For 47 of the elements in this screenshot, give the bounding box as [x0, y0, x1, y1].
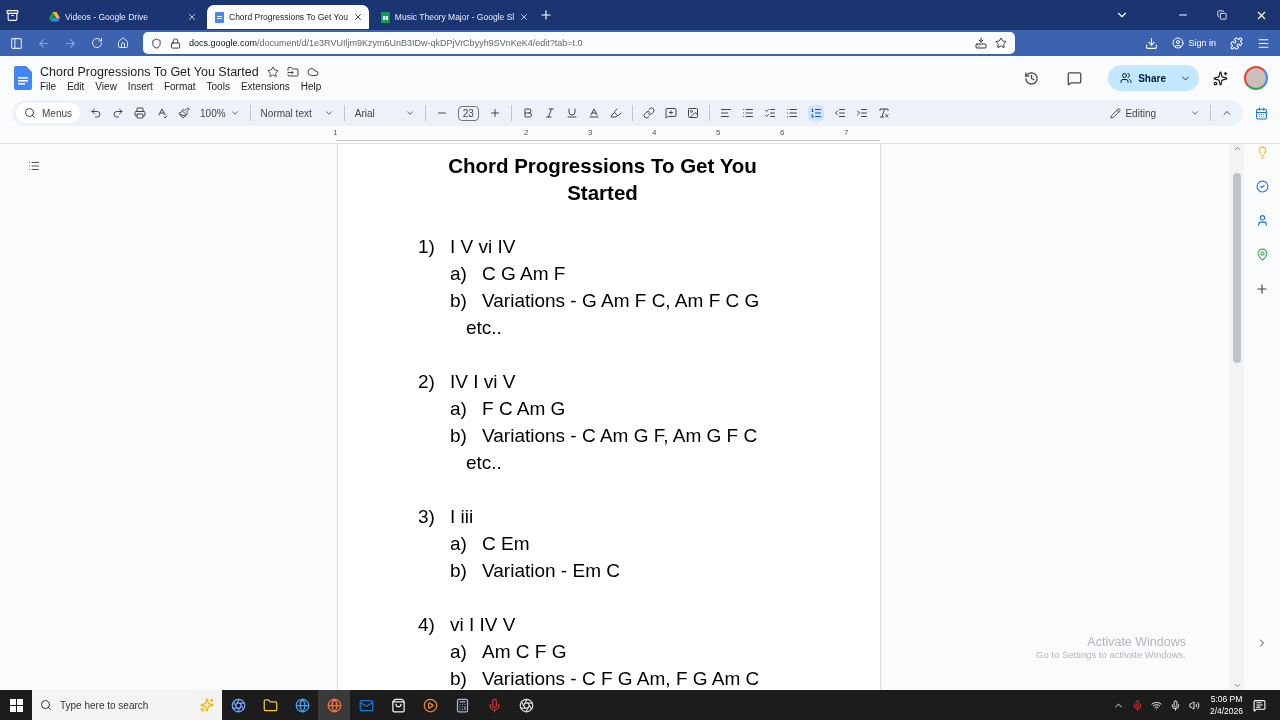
menu-item[interactable]: View: [95, 80, 117, 92]
list-item: b) Variation - Em C: [449, 559, 621, 583]
document-heading: Chord Progressions To Get You Started: [447, 153, 758, 206]
zoom-dropdown[interactable]: 100%: [200, 107, 240, 119]
url-text: docs.google.com/document/d/1e3RVUIljm9Kzym6UnB3IDw-qkDPjVrCbyyh9SVnKeK4/edit?tab=t.0: [189, 38, 584, 48]
list-item: b) Variations - C Am G F, Am G F C etc..: [449, 424, 759, 475]
menu-item[interactable]: Help: [300, 80, 322, 92]
browser-tab[interactable]: Chord Progressions To Get You: [207, 5, 369, 29]
ruler-number: 1: [333, 128, 338, 137]
list-item: 2) IV I vi V: [418, 370, 517, 394]
sign-in-button[interactable]: Sign in: [1172, 37, 1216, 49]
font-size-field[interactable]: 23: [457, 105, 479, 121]
activation-title: Activate Windows: [1087, 635, 1186, 649]
font-dropdown[interactable]: Arial: [354, 107, 415, 119]
menu-item[interactable]: Insert: [127, 80, 153, 92]
menu-item[interactable]: File: [40, 80, 57, 92]
list-item: 4) vi I IV V: [418, 613, 517, 637]
list-item: a) F C Am G: [449, 397, 567, 421]
list-item: a) Am C F G: [449, 640, 568, 664]
list-item: b) Variations - C F G Am, F G Am C: [449, 667, 761, 690]
editing-mode-dropdown[interactable]: Editing: [1110, 107, 1200, 119]
list-item: a) C Em: [449, 532, 531, 556]
list-item: 3) I iii: [418, 505, 475, 529]
share-button[interactable]: Share: [1108, 65, 1199, 91]
menu-item[interactable]: Format: [163, 80, 196, 92]
clock-time[interactable]: 5:06 PM: [1210, 693, 1243, 705]
browser-tab[interactable]: Videos - Google Drive: [41, 5, 203, 29]
ruler-number: 5: [716, 128, 721, 137]
document-title[interactable]: Chord Progressions To Get You Started: [40, 64, 259, 79]
ruler-number: 3: [588, 128, 593, 137]
ruler-number: 4: [652, 128, 657, 137]
ruler-number: 7: [844, 128, 849, 137]
list-item: a) C G Am F: [449, 262, 567, 286]
menu-item[interactable]: Tools: [206, 80, 230, 92]
address-bar[interactable]: docs.google.com/document/d/1e3RVUIljm9Kzym6UnB3IDw-qkDPjVrCbyyh9SVnKeK4/edit?tab=t.0: [143, 32, 1015, 54]
list-item: b) Variations - G Am F C, Am F C G etc..: [449, 289, 761, 340]
menu-search-field[interactable]: Menus: [16, 103, 80, 123]
ruler-number: 2: [524, 128, 529, 137]
style-dropdown[interactable]: Normal text: [260, 107, 334, 119]
ruler-number: 6: [780, 128, 785, 137]
taskbar-search-field[interactable]: Type here to search: [32, 690, 222, 720]
activation-message: Go to Settings to activate Windows.: [1036, 649, 1186, 660]
menu-item[interactable]: Extensions: [240, 80, 290, 92]
clock-date[interactable]: 2/4/2026: [1209, 705, 1243, 717]
browser-tab[interactable]: Music Theory Major - Google Sl: [373, 5, 535, 29]
menu-item[interactable]: Edit: [67, 80, 85, 92]
list-item: 1) I V vi IV: [418, 235, 517, 259]
